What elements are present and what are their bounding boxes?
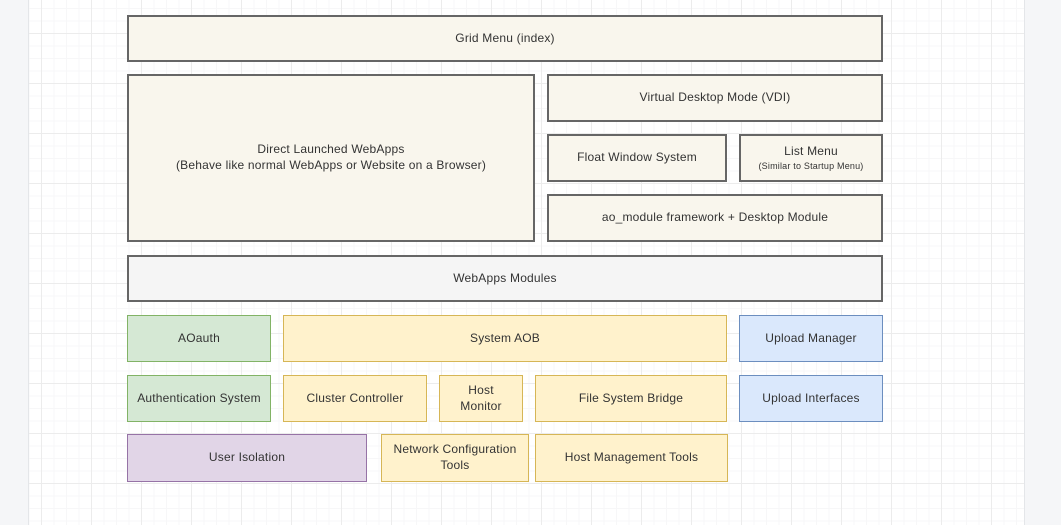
node-direct-launched-webapps[interactable]: Direct Launched WebApps(Behave like norm…	[127, 74, 535, 242]
node-system-aob[interactable]: System AOB	[283, 315, 727, 362]
node-label: Host Monitor	[446, 383, 516, 414]
node-label: AOauth	[178, 331, 220, 347]
node-label: Authentication System	[137, 391, 261, 407]
node-label: Upload Interfaces	[762, 391, 859, 407]
node-upload-manager[interactable]: Upload Manager	[739, 315, 883, 362]
node-authentication-system[interactable]: Authentication System	[127, 375, 271, 422]
node-label: Direct Launched WebApps	[257, 142, 404, 158]
node-grid-menu-index[interactable]: Grid Menu (index)	[127, 15, 883, 62]
node-upload-interfaces[interactable]: Upload Interfaces	[739, 375, 883, 422]
node-virtual-desktop-mode[interactable]: Virtual Desktop Mode (VDI)	[547, 74, 883, 122]
node-label: List Menu	[784, 144, 838, 160]
diagram-stage: Grid Menu (index) Direct Launched WebApps…	[0, 0, 1061, 525]
node-ao-module-framework[interactable]: ao_module framework + Desktop Module	[547, 194, 883, 242]
node-label: Host Management Tools	[565, 450, 698, 466]
node-user-isolation[interactable]: User Isolation	[127, 434, 367, 482]
node-cluster-controller[interactable]: Cluster Controller	[283, 375, 427, 422]
node-file-system-bridge[interactable]: File System Bridge	[535, 375, 727, 422]
node-label: Grid Menu (index)	[455, 31, 554, 47]
node-label: Float Window System	[577, 150, 697, 166]
node-label: System AOB	[470, 331, 540, 347]
node-label: ao_module framework + Desktop Module	[602, 210, 828, 226]
node-host-monitor[interactable]: Host Monitor	[439, 375, 523, 422]
diagram-node-layer: Grid Menu (index) Direct Launched WebApps…	[0, 0, 1061, 525]
node-network-configuration-tools[interactable]: Network Configuration Tools	[381, 434, 529, 482]
node-label: Cluster Controller	[307, 391, 404, 407]
node-host-management-tools[interactable]: Host Management Tools	[535, 434, 728, 482]
node-label: Virtual Desktop Mode (VDI)	[639, 90, 790, 106]
node-sublabel: (Similar to Startup Menu)	[758, 160, 863, 173]
node-aoauth[interactable]: AOauth	[127, 315, 271, 362]
node-webapps-modules[interactable]: WebApps Modules	[127, 255, 883, 302]
node-label: User Isolation	[209, 450, 285, 466]
node-label: Upload Manager	[765, 331, 857, 347]
node-float-window-system[interactable]: Float Window System	[547, 134, 727, 182]
node-label: Network Configuration Tools	[388, 442, 522, 473]
node-label: File System Bridge	[579, 391, 683, 407]
node-sublabel: (Behave like normal WebApps or Website o…	[176, 158, 486, 174]
node-label: WebApps Modules	[453, 271, 557, 287]
node-list-menu[interactable]: List Menu(Similar to Startup Menu)	[739, 134, 883, 182]
